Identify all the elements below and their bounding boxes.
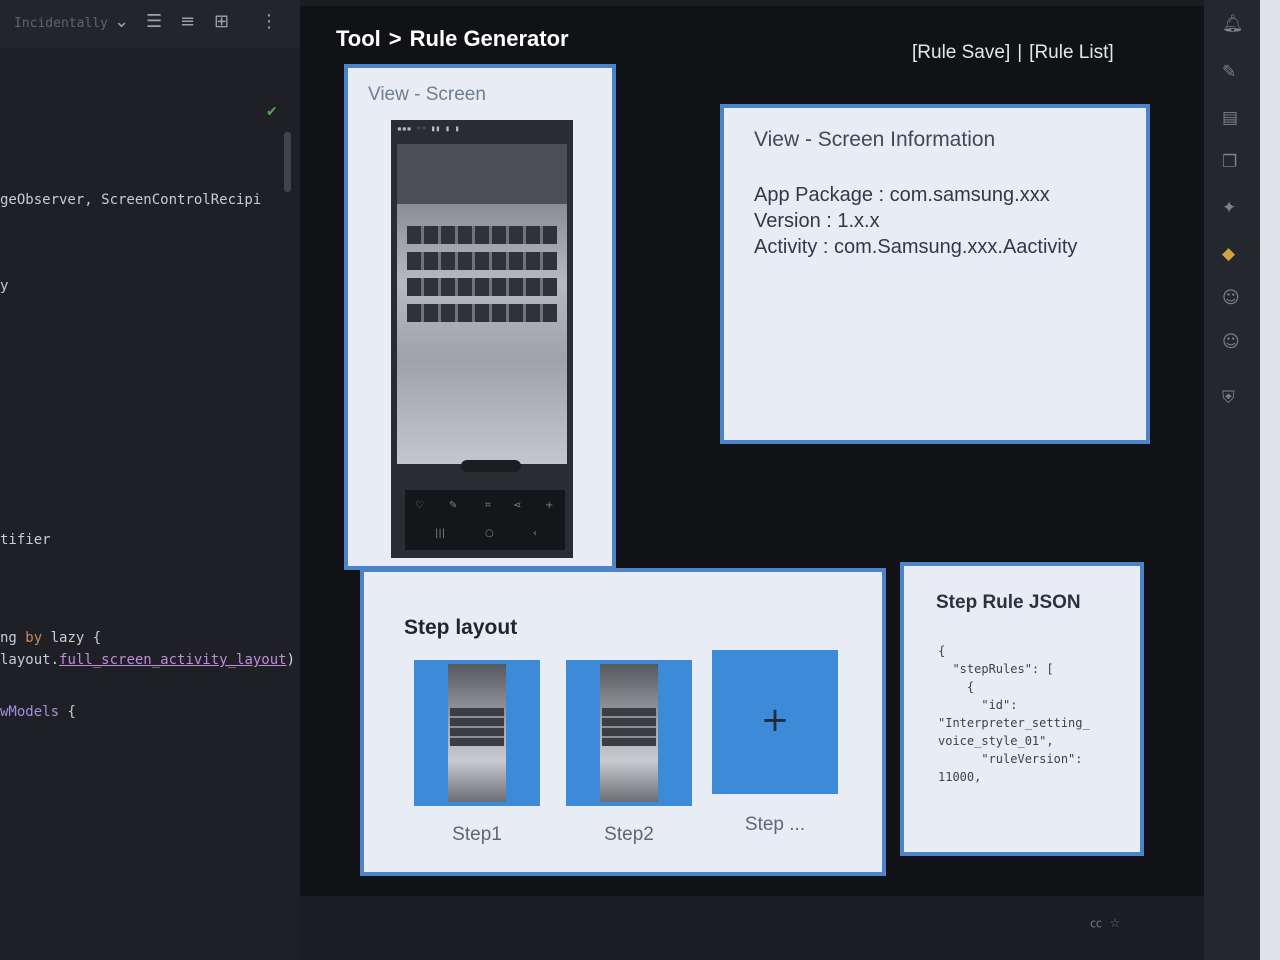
copy-icon[interactable]: ❐	[1222, 152, 1237, 172]
indent-icon[interactable]: ≡	[180, 11, 195, 32]
top-actions: [Rule Save] | [Rule List]	[912, 42, 1114, 64]
step-label: Step2	[604, 824, 654, 845]
code-token: {	[59, 704, 76, 720]
view-screen-panel: View - Screen ▪▪▪ ◦◦ ▮▮ ▮ ▮ ♡ ✎ ⌗ ⋖ + ||…	[344, 64, 616, 570]
step-card-2[interactable]	[566, 660, 692, 806]
camera-preview-top	[397, 144, 567, 204]
step-label: Step ...	[744, 814, 806, 835]
taskbar-icons: ㏄ ☆	[1090, 914, 1120, 931]
json-code-view[interactable]: { "stepRules": [ { "id": "Interpreter_se…	[938, 642, 1090, 786]
toolbar-text: Incidentally	[14, 16, 108, 31]
breadcrumb-root[interactable]: Tool	[336, 26, 381, 51]
notification-bell-icon[interactable]: 🔔︎	[1222, 14, 1244, 34]
phone-screenshot[interactable]: ▪▪▪ ◦◦ ▮▮ ▮ ▮ ♡ ✎ ⌗ ⋖ + ||| ○ ‹	[391, 120, 573, 558]
plugin-icon[interactable]: ◆	[1222, 244, 1235, 264]
more-vertical-icon[interactable]: ⋮	[260, 11, 278, 32]
code-keyword: by	[25, 630, 43, 646]
panel-title: View - Screen Information	[754, 128, 996, 151]
phone-bottom-bar: ♡ ✎ ⌗ ⋖ + ||| ○ ‹	[405, 490, 565, 550]
document-icon[interactable]: ▤	[1222, 108, 1238, 128]
rule-list-link[interactable]: [Rule List]	[1029, 42, 1113, 63]
record-pill[interactable]	[461, 460, 521, 472]
heart-icon[interactable]: ♡	[415, 500, 424, 511]
app-package-text: App Package : com.samsung.xxx	[754, 184, 1050, 206]
panel-title: View - Screen	[368, 84, 486, 105]
code-line-lazy: ng by lazy {	[0, 630, 101, 646]
grid-icon[interactable]: ⊞	[214, 11, 229, 32]
pencil-icon[interactable]: ✎	[1222, 62, 1236, 82]
code-line: geObserver, ScreenControlRecipi	[0, 192, 262, 208]
code-token: ng	[0, 630, 26, 646]
editor-scrollbar[interactable]	[284, 132, 291, 192]
code-line: tifier	[0, 532, 51, 548]
screen-information-panel: View - Screen Information App Package : …	[720, 104, 1150, 444]
sparkle-icon[interactable]: ✦	[1222, 198, 1236, 218]
thumbnail-keys-image	[450, 706, 504, 746]
edit-icon[interactable]: ✎	[449, 500, 457, 511]
star-icon[interactable]: ☆	[1110, 916, 1121, 930]
monitor-bezel	[1260, 0, 1280, 960]
emoji-icon[interactable]: ☺	[1222, 288, 1240, 308]
panel-title: Step Rule JSON	[936, 592, 1081, 613]
ide-toolbar: Incidentally ⌄ ☰ ≡ ⊞ ⋮	[0, 0, 300, 48]
rule-save-link[interactable]: [Rule Save]	[912, 42, 1010, 63]
code-line-layout: layout.full_screen_activity_layout)	[0, 652, 295, 668]
breadcrumb-current: Rule Generator	[409, 26, 569, 51]
step-rule-json-panel: Step Rule JSON { "stepRules": [ { "id": …	[900, 562, 1144, 856]
step-thumbnail	[448, 664, 506, 802]
thumbnail-keys-image	[602, 706, 656, 746]
tool-strip: 🔔︎ ✎ ▤ ❐ ✦ ◆ ☺ ☺ ⛨	[1204, 0, 1260, 960]
code-token: )	[286, 652, 296, 668]
keyboard-row-image	[407, 252, 557, 270]
code-line-models: wModels {	[0, 704, 76, 720]
code-token: wModels	[0, 704, 60, 720]
add-icon[interactable]: +	[545, 500, 553, 511]
activity-text: Activity : com.Samsung.xxx.Aactivity	[754, 236, 1078, 258]
recents-icon[interactable]: |||	[435, 528, 445, 539]
breadcrumb-separator: >	[388, 26, 402, 51]
code-token: layout.	[0, 652, 60, 668]
crop-icon[interactable]: ⌗	[485, 500, 491, 511]
version-text: Version : 1.x.x	[754, 210, 880, 232]
code-line: y	[0, 278, 9, 294]
step-layout-panel: Step layout Step1 Step2 + Step ...	[360, 568, 886, 876]
panel-title: Step layout	[404, 616, 518, 639]
code-editor[interactable]: ✔	[0, 48, 300, 960]
step-card-1[interactable]	[414, 660, 540, 806]
phone-status-bar: ▪▪▪ ◦◦ ▮▮ ▮ ▮	[397, 124, 460, 133]
home-icon[interactable]: ○	[485, 528, 494, 539]
breadcrumb: Tool > Rule Generator	[336, 26, 577, 52]
check-icon: ✔	[266, 104, 278, 120]
plus-icon: +	[760, 700, 790, 740]
keyboard-row-image	[407, 304, 557, 322]
step-thumbnail	[600, 664, 658, 802]
shield-icon[interactable]: ⛨	[1222, 388, 1235, 408]
action-separator: |	[1017, 42, 1023, 63]
emoji-icon[interactable]: ☺	[1222, 332, 1240, 352]
rule-generator-mockup: Tool > Rule Generator [Rule Save] | [Rule Li…	[300, 6, 1204, 896]
step-label: Step1	[452, 824, 502, 845]
chevron-down-icon[interactable]: ⌄	[114, 11, 129, 32]
list-icon[interactable]: ☰	[146, 11, 162, 32]
back-icon[interactable]: ‹	[533, 528, 537, 539]
code-reference[interactable]: full_screen_activity_layout	[59, 652, 287, 668]
share-icon[interactable]: ⋖	[513, 500, 521, 511]
keyboard-row-image	[407, 226, 557, 244]
code-token: lazy {	[42, 630, 102, 646]
camera-preview-image	[397, 204, 567, 464]
add-step-card[interactable]: +	[712, 650, 838, 794]
cc-icon[interactable]: ㏄	[1090, 916, 1102, 930]
keyboard-row-image	[407, 278, 557, 296]
